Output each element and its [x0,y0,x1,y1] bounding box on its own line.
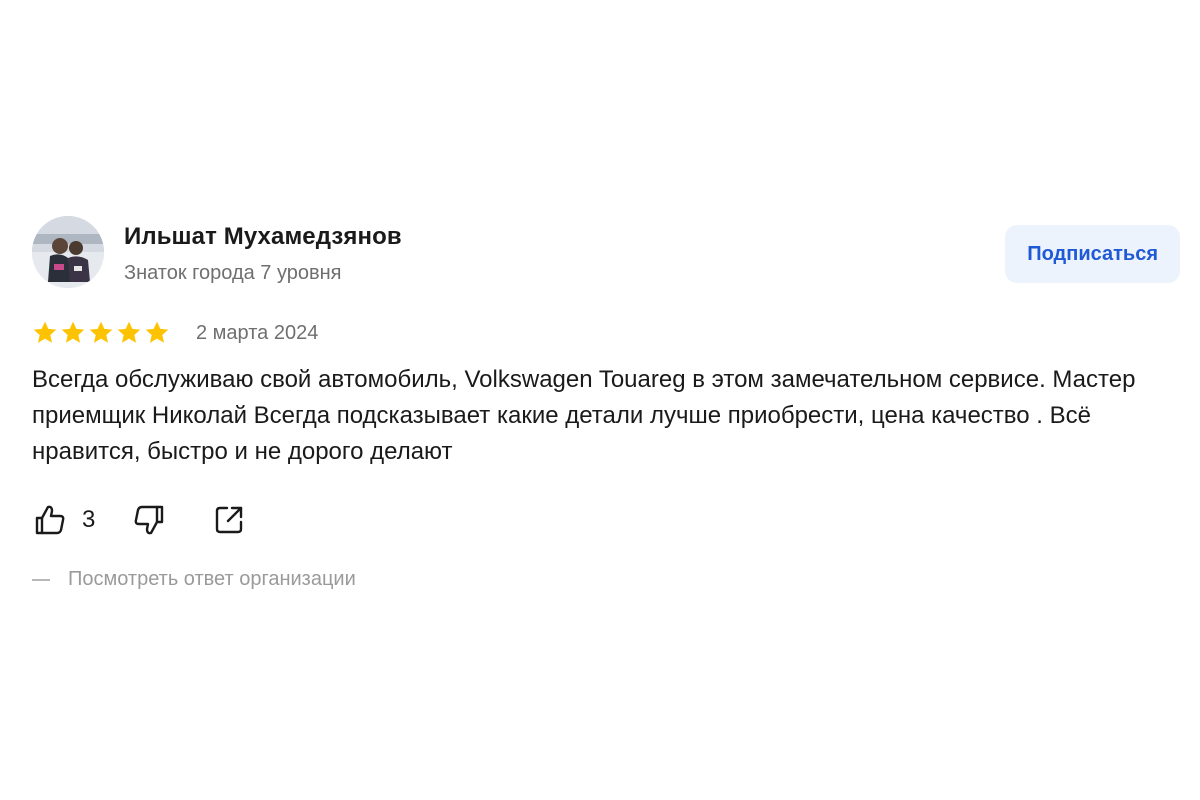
thumbs-up-icon [35,505,65,535]
thumbs-down-icon [134,505,164,535]
share-icon [216,506,243,534]
review-text: Всегда обслуживаю свой автомобиль, Volks… [32,366,1136,465]
avatar-image [32,216,104,288]
like-button[interactable]: 3 [32,502,95,538]
view-org-reply-label: Посмотреть ответ организации [68,568,356,590]
star-icon [117,321,141,343]
review-header: Ильшат Мухамедзянов Знаток города 7 уров… [32,216,1180,292]
like-count: 3 [82,506,96,533]
author-name[interactable]: Ильшат Мухамедзянов [124,223,402,251]
star-icon [145,321,169,343]
subscribe-button[interactable]: Подписаться [1005,225,1180,283]
review-date: 2 марта 2024 [196,321,319,344]
dislike-button[interactable] [131,502,167,538]
author-level: Знаток города 7 уровня [124,262,342,284]
star-icon [33,321,57,343]
dash-icon [32,578,50,581]
review-card: Ильшат Мухамедзянов Знаток города 7 уров… [32,216,1180,591]
review-meta: 2 марта 2024 [32,316,1180,350]
star-icon [89,321,113,343]
share-button[interactable] [211,502,247,538]
avatar[interactable] [32,216,104,288]
review-actions: 3 [32,498,1180,542]
view-org-reply-link[interactable]: Посмотреть ответ организации [32,568,1180,591]
rating-stars [32,320,170,346]
star-icon [61,321,85,343]
